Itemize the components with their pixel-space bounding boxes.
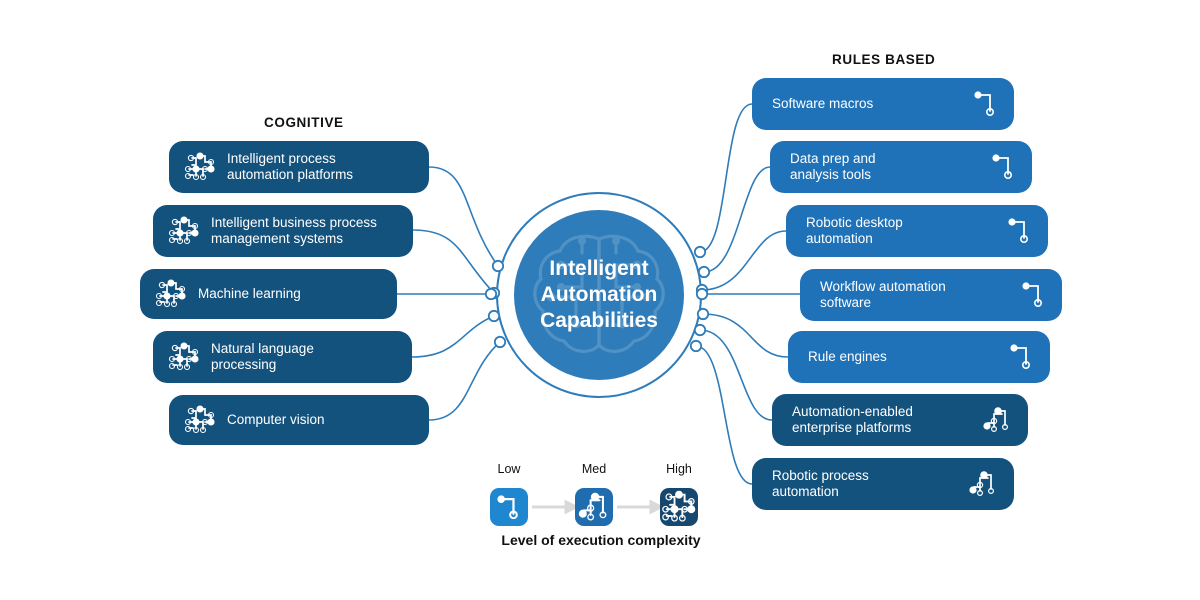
capability-box-computer-vision[interactable]: Computer vision (169, 395, 429, 445)
capability-label: Robotic desktop automation (806, 214, 903, 247)
connector-rules-6 (699, 329, 773, 421)
capability-label: Intelligent process automation platforms (227, 150, 354, 183)
complexity-low-icon (974, 91, 994, 116)
complexity-med-icon (969, 471, 995, 497)
connector-cognitive-4 (411, 315, 495, 358)
capability-label: Workflow automation software (820, 278, 946, 311)
capability-box-natural-language-processing[interactable]: Natural language processing (153, 331, 412, 383)
legend-label-med: Med (581, 462, 607, 476)
capability-box-robotic-desktop-automation[interactable]: Robotic desktop automation (786, 205, 1048, 257)
capability-label: Automation-enabled enterprise platforms (792, 403, 913, 436)
capability-box-robotic-process-automation[interactable]: Robotic process automation (752, 458, 1014, 510)
complexity-high-icon (662, 490, 696, 522)
complexity-low-icon (1008, 218, 1028, 243)
capability-label: Intelligent business process management … (211, 214, 377, 247)
legend-swatch-high (660, 488, 698, 526)
capability-box-automation-enabled-enterprise-platforms[interactable]: Automation-enabled enterprise platforms (772, 394, 1028, 446)
complexity-low-icon (992, 154, 1012, 179)
capability-label: Natural language processing (211, 340, 314, 373)
legend-label-high: High (666, 462, 692, 476)
capability-label: Computer vision (227, 411, 325, 427)
connector-rules-3 (701, 230, 787, 291)
complexity-high-icon (168, 342, 199, 371)
capability-label: Data prep and analysis tools (790, 150, 876, 183)
capability-box-data-prep-and-analysis-tools[interactable]: Data prep and analysis tools (770, 141, 1032, 193)
legend-label-low: Low (497, 462, 521, 476)
legend-caption: Level of execution complexity (501, 532, 701, 548)
connector-rules-1 (699, 103, 753, 253)
capability-label: Software macros (772, 95, 874, 111)
connector-rules-2 (703, 166, 771, 273)
complexity-low-icon (497, 495, 518, 520)
complexity-high-icon (184, 152, 215, 181)
capability-label: Machine learning (198, 285, 301, 301)
capability-box-software-macros[interactable]: Software macros (752, 78, 1014, 130)
complexity-high-icon (184, 405, 215, 434)
capability-box-workflow-automation-software[interactable]: Workflow automation software (800, 269, 1062, 321)
connector-cognitive-1 (428, 166, 499, 267)
heading-cognitive: COGNITIVE (264, 115, 344, 130)
capability-box-machine-learning[interactable]: Machine learning (140, 269, 397, 319)
heading-rules-based: RULES BASED (832, 52, 936, 67)
capability-box-rule-engines[interactable]: Rule engines (788, 331, 1050, 383)
connector-cognitive-5 (428, 341, 501, 421)
complexity-med-icon (578, 492, 607, 521)
capability-box-intelligent-process-automation-platforms[interactable]: Intelligent process automation platforms (169, 141, 429, 193)
complexity-high-icon (168, 216, 199, 245)
legend-swatch-med (575, 488, 613, 526)
capability-box-intelligent-business-process-management-systems[interactable]: Intelligent business process management … (153, 205, 413, 257)
complexity-med-icon (983, 407, 1009, 433)
capability-label: Rule engines (808, 348, 887, 364)
complexity-low-icon (1010, 344, 1030, 369)
legend-swatch-low (490, 488, 528, 526)
hub-title: Intelligent Automation Capabilities (540, 257, 658, 332)
complexity-legend: Low Med High Level of execution complexi… (490, 462, 710, 552)
central-hub: Intelligent Automation Capabilities (496, 192, 702, 398)
complexity-high-icon (155, 279, 186, 308)
diagram-canvas: Intelligent Automation Capabilities COGN… (0, 0, 1200, 600)
capability-label: Robotic process automation (772, 467, 869, 500)
complexity-low-icon (1022, 282, 1042, 307)
